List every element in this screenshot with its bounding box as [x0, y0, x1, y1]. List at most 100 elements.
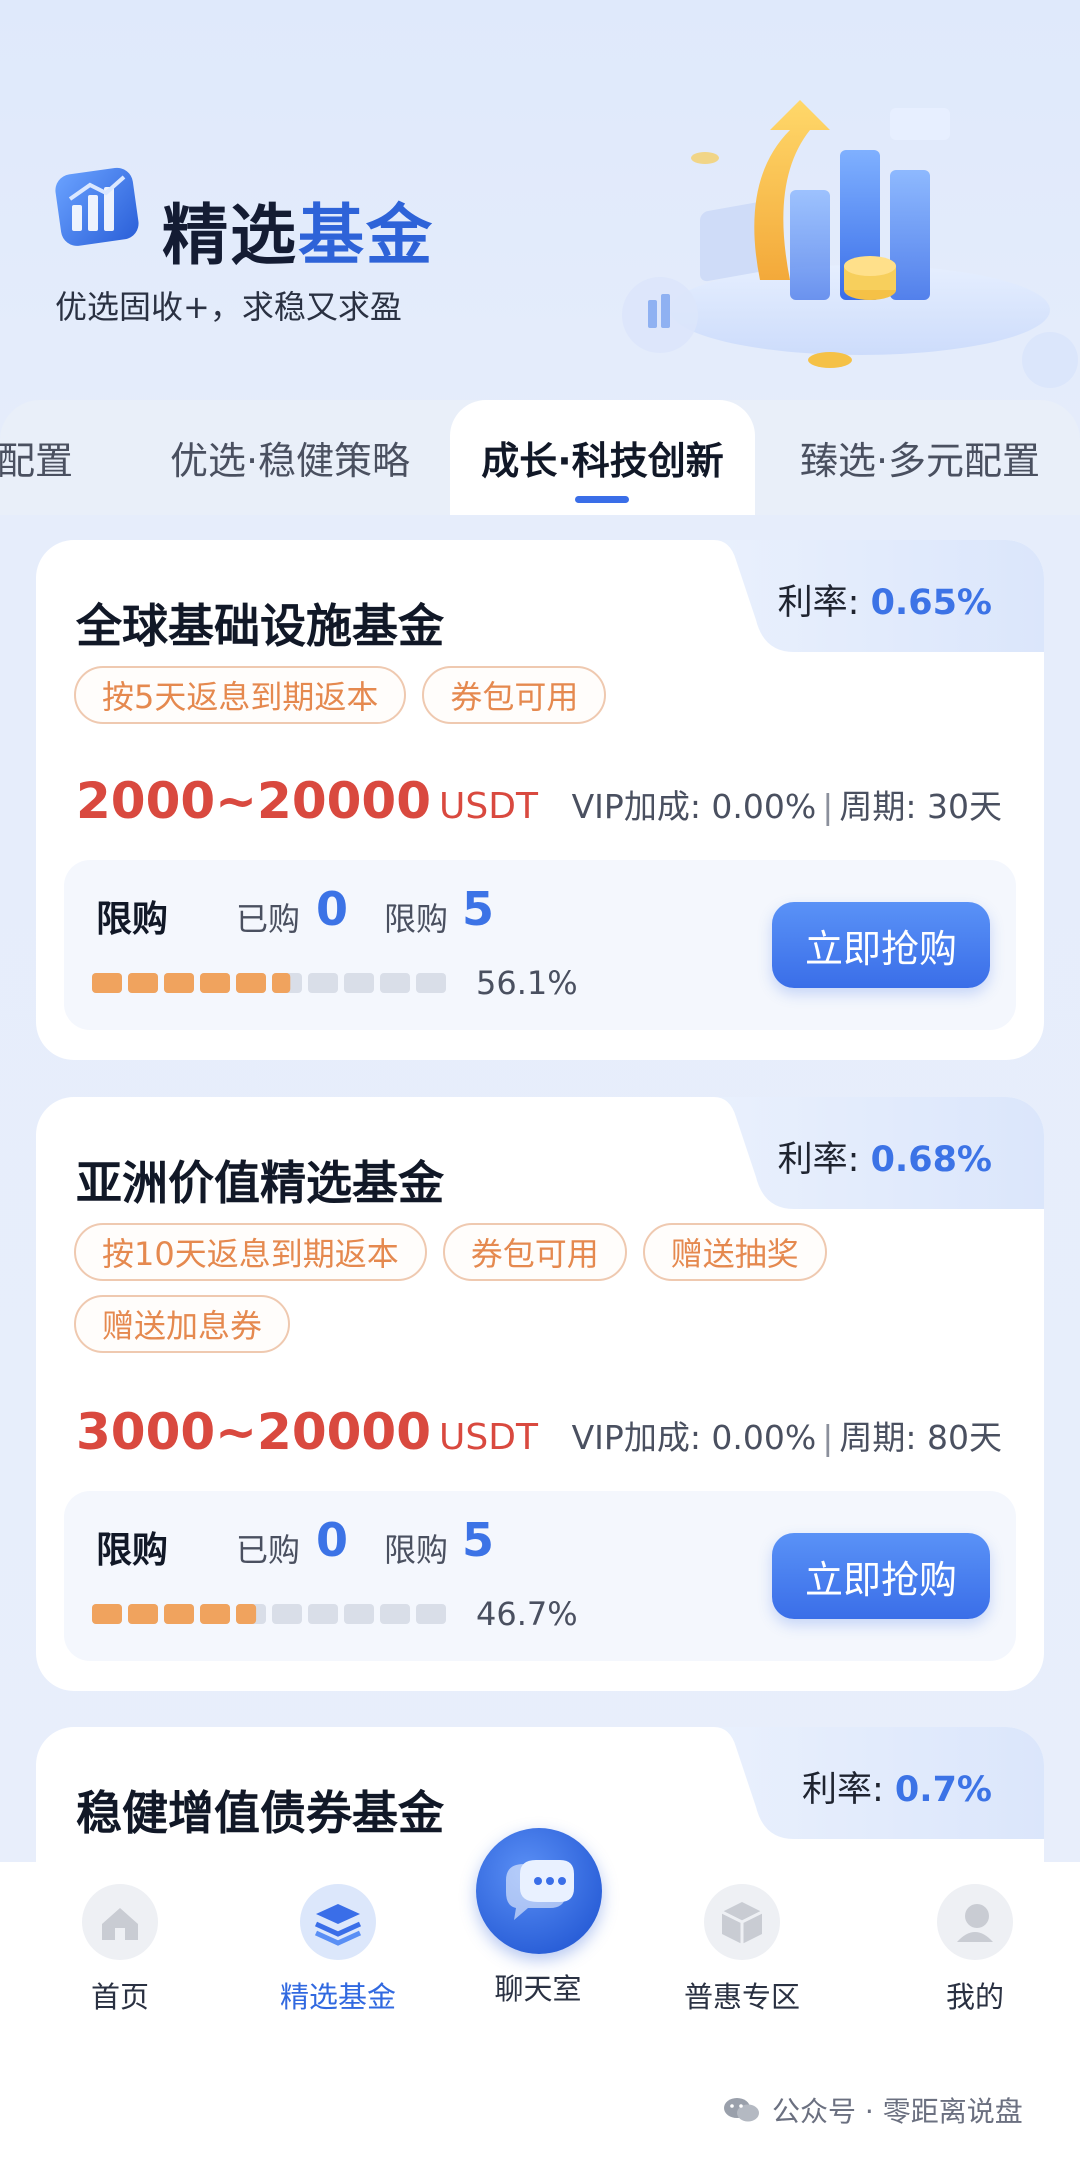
nav-label: 精选基金: [279, 1980, 396, 2014]
limit-count: 5: [462, 882, 495, 936]
limit-label: 限购: [384, 900, 449, 938]
fund-card: 利率: 0.65% 全球基础设施基金 按5天返息到期返本 券包可用 2000~2…: [36, 540, 1044, 1060]
progress-segment: [272, 1604, 302, 1624]
progress-segment-fill: [236, 1604, 257, 1624]
progress-segment-fill: [92, 973, 122, 993]
home-icon: [82, 1884, 158, 1960]
progress-segment-fill: [236, 973, 266, 993]
progress-segment-fill: [200, 973, 230, 993]
progress-bar: [92, 973, 446, 993]
rate-label: 利率:: [801, 1770, 884, 1810]
nav-label-chat: 聊天室: [494, 1972, 582, 2006]
progress-segment: [308, 973, 338, 993]
limit-title: 限购: [96, 1530, 169, 1571]
fund-name: 全球基础设施基金: [76, 599, 444, 653]
fund-meta: VIP加成: 0.00% | 周期: 80天: [572, 1411, 1002, 1459]
fund-tag: 赠送抽奖: [642, 1223, 827, 1281]
tab-diversified[interactable]: 臻选·多元配置: [770, 400, 1070, 515]
fund-tag: 券包可用: [422, 666, 607, 724]
bought-count: 0: [316, 1513, 349, 1567]
amount-range: 3000~20000 USDT: [76, 1403, 538, 1461]
rate-value: 0.7%: [894, 1770, 992, 1810]
title-part-1: 精选: [162, 197, 298, 274]
nav-home[interactable]: 首页: [45, 1884, 195, 2016]
category-tabs: 配置 优选·稳健策略 成长·科技创新 臻选·多元配置: [0, 400, 1080, 515]
vip-bonus: VIP加成: 0.00%: [571, 1418, 817, 1457]
page-header: 精选基金 优选固收+，求稳又求盈: [0, 0, 1080, 400]
fund-meta: VIP加成: 0.00% | 周期: 30天: [572, 780, 1002, 828]
growth-arrow-chart-illustration: [600, 90, 1080, 390]
fund-card: 利率: 0.68% 亚洲价值精选基金 按10天返息到期返本 券包可用 赠送抽奖 …: [36, 1097, 1044, 1691]
buy-now-button[interactable]: 立即抢购: [772, 1533, 990, 1619]
page-title: 精选基金: [162, 182, 434, 278]
nav-label: 我的: [945, 1980, 1004, 2014]
nav-label: 普惠专区: [683, 1980, 800, 2014]
progress-percent: 46.7%: [476, 1595, 578, 1633]
rate-badge: 利率: 0.68%: [714, 1097, 1044, 1209]
vip-bonus: VIP加成: 0.00%: [571, 787, 817, 826]
progress-segment: [416, 973, 446, 993]
fund-tag: 券包可用: [442, 1223, 627, 1281]
amount-value: 3000~20000: [76, 1403, 432, 1461]
fund-tags: 按10天返息到期返本 券包可用 赠送抽奖 赠送加息券: [74, 1223, 974, 1353]
buy-now-button[interactable]: 立即抢购: [772, 902, 990, 988]
page-subtitle: 优选固收+，求稳又求盈: [55, 288, 402, 326]
bought-label: 已购: [236, 1531, 301, 1569]
fund-tags: 按5天返息到期返本 券包可用: [74, 666, 974, 724]
progress-segment-fill: [92, 1604, 122, 1624]
nav-label: 首页: [90, 1980, 149, 2014]
progress-segment-fill: [128, 1604, 158, 1624]
cube-icon: [704, 1884, 780, 1960]
nav-featured-funds[interactable]: 精选基金: [263, 1884, 413, 2016]
progress-segment: [380, 1604, 410, 1624]
progress-segment-fill: [164, 1604, 194, 1624]
tab-steady-strategy[interactable]: 优选·稳健策略: [140, 400, 440, 515]
bought-label: 已购: [236, 900, 301, 938]
user-icon: [937, 1884, 1013, 1960]
progress-segment: [380, 973, 410, 993]
purchase-limit-panel: 限购 已购 0 限购 5 46.7% 立即抢购: [64, 1491, 1016, 1661]
chat-room-button[interactable]: [476, 1828, 602, 1954]
progress-segment: [344, 1604, 374, 1624]
rate-badge: 利率: 0.65%: [714, 540, 1044, 652]
progress-segment-fill: [272, 973, 291, 993]
fund-period: 周期: 30天: [839, 787, 1002, 826]
purchase-limit-panel: 限购 已购 0 限购 5 56.1% 立即抢购: [64, 860, 1016, 1030]
amount-range: 2000~20000 USDT: [76, 772, 538, 830]
bought-count: 0: [316, 882, 349, 936]
fund-name: 稳健增值债券基金: [76, 1786, 444, 1840]
amount-value: 2000~20000: [76, 772, 432, 830]
fund-name: 亚洲价值精选基金: [76, 1156, 444, 1210]
progress-segment-fill: [200, 1604, 230, 1624]
progress-percent: 56.1%: [476, 964, 578, 1002]
meta-separator: |: [822, 1418, 834, 1457]
title-part-2: 基金: [298, 197, 434, 274]
tab-configuration[interactable]: 配置: [0, 400, 100, 515]
watermark-text: 公众号 · 零距离说盘: [772, 2095, 1023, 2128]
limit-count: 5: [462, 1513, 495, 1567]
fund-period: 周期: 80天: [839, 1418, 1002, 1457]
chart-bars-icon: [50, 165, 142, 253]
progress-segment-fill: [164, 973, 194, 993]
nav-profile[interactable]: 我的: [900, 1884, 1050, 2016]
rate-label: 利率:: [777, 1140, 860, 1180]
amount-unit: USDT: [439, 786, 538, 827]
fund-tag: 按5天返息到期返本: [74, 666, 407, 724]
layers-icon: [300, 1884, 376, 1960]
amount-unit: USDT: [439, 1417, 538, 1458]
rate-badge: 利率: 0.7%: [714, 1727, 1044, 1839]
rate-value: 0.68%: [870, 1140, 992, 1180]
nav-inclusive-zone[interactable]: 普惠专区: [667, 1884, 817, 2016]
limit-title: 限购: [96, 899, 169, 940]
active-tab-indicator: [575, 496, 629, 503]
chat-bubbles-icon: [506, 1860, 574, 1920]
rate-label: 利率:: [777, 583, 860, 623]
watermark: 公众号 · 零距离说盘: [722, 2090, 1023, 2130]
meta-separator: |: [822, 787, 834, 826]
progress-segment: [416, 1604, 446, 1624]
progress-segment: [344, 973, 374, 993]
fund-tag: 按10天返息到期返本: [74, 1223, 427, 1281]
limit-label: 限购: [384, 1531, 449, 1569]
progress-segment: [308, 1604, 338, 1624]
fund-tag: 赠送加息券: [74, 1295, 291, 1353]
